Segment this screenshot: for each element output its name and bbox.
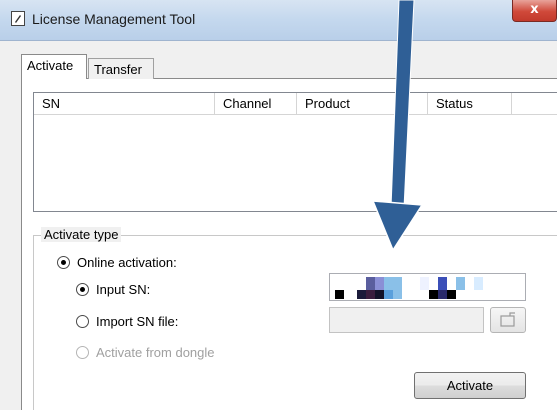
open-folder-icon — [500, 312, 515, 327]
tab-transfer[interactable]: Transfer — [88, 58, 154, 79]
activate-from-dongle-label: Activate from dongle — [96, 345, 215, 360]
import-sn-file-label: Import SN file: — [96, 314, 179, 329]
input-sn-label: Input SN: — [96, 282, 151, 297]
window-title: License Management Tool — [32, 11, 196, 27]
sn-list[interactable]: SN Channel Product Status — [33, 92, 557, 212]
title-bar: License Management Tool x — [0, 0, 557, 41]
column-header-status[interactable]: Status — [428, 93, 512, 114]
tab-activate[interactable]: Activate — [21, 54, 87, 79]
close-button[interactable]: x — [512, 0, 557, 22]
activate-button[interactable]: Activate — [414, 372, 526, 399]
sn-input[interactable] — [329, 273, 526, 301]
import-sn-file-radio[interactable]: Import SN file: — [76, 314, 178, 329]
column-header-filler — [512, 93, 557, 114]
redacted-sn-value — [335, 277, 483, 299]
radio-selected-icon — [57, 256, 70, 269]
sn-file-path-field — [329, 307, 484, 333]
column-header-product[interactable]: Product — [297, 93, 428, 114]
column-header-channel[interactable]: Channel — [215, 93, 297, 114]
activate-type-label: Activate type — [41, 227, 122, 242]
online-activation-label: Online activation: — [77, 255, 177, 270]
radio-selected-icon — [76, 283, 89, 296]
activate-from-dongle-radio: Activate from dongle — [76, 345, 215, 360]
radio-unselected-icon — [76, 346, 89, 359]
list-header: SN Channel Product Status — [34, 93, 557, 115]
online-activation-radio[interactable]: Online activation: — [57, 255, 177, 270]
browse-button — [490, 307, 526, 333]
license-app-icon — [11, 11, 25, 26]
radio-unselected-icon — [76, 315, 89, 328]
column-header-sn[interactable]: SN — [34, 93, 215, 114]
input-sn-radio[interactable]: Input SN: — [76, 282, 150, 297]
